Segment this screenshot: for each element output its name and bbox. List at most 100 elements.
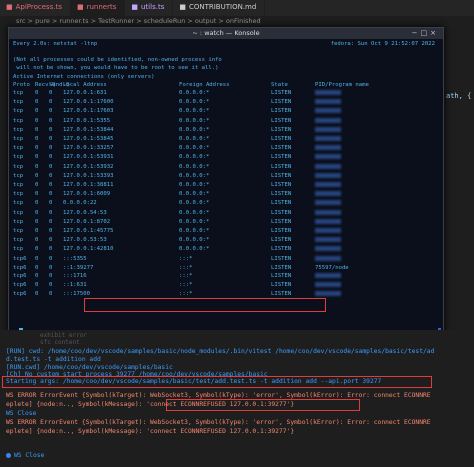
table-cell: :::5355 xyxy=(63,255,87,262)
table-cell: 127.0.0.1:53931 xyxy=(63,154,114,161)
table-cell: tcp xyxy=(13,246,24,253)
table-cell: 0.0.0.0:* xyxy=(179,209,210,216)
tab-1[interactable]: ■ runnerts xyxy=(70,0,126,16)
table-cell: 127.0.0.1:33257 xyxy=(63,145,114,152)
output-line-text: WS ERROR ErrorEvent {Symbol(kTarget): We… xyxy=(6,419,431,426)
table-cell: tcp xyxy=(13,136,24,143)
table-cell: tcp xyxy=(13,90,24,97)
table-cell: 0 xyxy=(35,136,39,143)
redacted-block xyxy=(315,191,341,197)
table-cell: tcp6 xyxy=(13,273,27,280)
table-cell: tcp xyxy=(13,228,24,235)
table-row: tcp 0 0 127.0.0.1:38811 0.0.0.0:* LISTEN xyxy=(13,181,435,190)
table-cell xyxy=(315,135,395,144)
table-row: tcp 0 0 127.0.0.1:631 0.0.0.0:* LISTEN xyxy=(13,89,435,98)
close-icon[interactable]: × xyxy=(430,29,439,37)
output-line: WS Close xyxy=(6,410,36,417)
table-cell: 0 xyxy=(35,191,39,198)
table-cell: 0.0.0.0:* xyxy=(179,136,210,143)
tab-label: CONTRIBUTION.md xyxy=(188,3,257,11)
column-header: PID/Program name xyxy=(315,81,369,88)
table-cell: 0 xyxy=(49,237,53,244)
table-cell: 127.0.0.1:53845 xyxy=(63,136,114,143)
redacted-block xyxy=(315,163,341,169)
column-header: State xyxy=(271,81,288,88)
table-row: tcp 0 0 127.0.0.1:45775 0.0.0.0:* LISTEN xyxy=(13,227,435,236)
table-cell xyxy=(315,144,395,153)
netstat-table: tcp 0 0 127.0.0.1:631 0.0.0.0:* LISTEN tcp 0 0 12… xyxy=(13,89,435,300)
tab-0[interactable]: ■ ApiProcess.ts xyxy=(0,0,71,16)
table-cell: 0 xyxy=(35,282,39,289)
table-cell: tcp xyxy=(13,200,24,207)
code-snippet: ath, { xyxy=(446,92,472,100)
table-cell: 0 xyxy=(35,218,39,225)
table-cell: LISTEN xyxy=(271,273,292,280)
table-cell: LISTEN xyxy=(271,172,292,179)
table-cell: ::1:39277 xyxy=(63,264,94,271)
watch-header: Every 2.0s: netstat -ltnp fedora: Sun Oc… xyxy=(13,40,435,48)
output-line: WS ERROR ErrorEvent {Symbol(kTarget): We… xyxy=(6,392,431,399)
table-cell: 0.0.0.0:* xyxy=(179,117,210,124)
table-row: tcp6 0 0::1:631:::* LISTEN xyxy=(13,281,435,290)
note-line: Active Internet connections (only server… xyxy=(13,73,155,80)
table-row: tcp 0 0 0.0.0.0:22 0.0.0.0:* LISTEN xyxy=(13,199,435,208)
redacted-block xyxy=(315,246,341,252)
konsole-window[interactable]: ~ : watch — Konsole −□× Every 2.0s: nets… xyxy=(8,27,444,342)
table-cell: 0 xyxy=(35,264,39,271)
konsole-titlebar[interactable]: ~ : watch — Konsole −□× xyxy=(9,28,443,39)
output-line: [RUN] cwd: /home/coo/dev/vscode/samples/… xyxy=(6,348,434,355)
column-header: Recv-Q xyxy=(35,81,56,88)
output-line-text: [RUN] cwd: /home/coo/dev/vscode/samples/… xyxy=(6,348,435,355)
table-cell: 127.0.0.1:53932 xyxy=(63,163,114,170)
table-cell: 127.0.0.53:53 xyxy=(63,237,107,244)
table-cell xyxy=(315,255,395,264)
editor-tab-bar: ■ ApiProcess.ts ■ runnerts ■ utils.ts ■ CONTRIB… xyxy=(0,0,474,16)
table-cell: 0 xyxy=(35,108,39,115)
redacted-block xyxy=(315,200,341,206)
table-cell: 0.0.0.0:* xyxy=(179,90,210,97)
redacted-block xyxy=(315,126,341,132)
redacted-block xyxy=(315,172,341,178)
output-line: WS ERROR ErrorEvent {Symbol(kTarget): We… xyxy=(6,419,431,426)
table-cell xyxy=(315,107,395,116)
port-highlight-box xyxy=(84,298,326,312)
output-line-text: WS Close xyxy=(6,410,37,417)
redacted-block xyxy=(315,291,341,297)
table-cell: 0.0.0.0:* xyxy=(179,145,210,152)
table-row: tcp 0 0 127.0.0.1:53932 0.0.0.0:* LISTEN xyxy=(13,163,435,172)
table-cell xyxy=(315,126,395,135)
tab-3[interactable]: ■ CONTRIBUTION.md xyxy=(173,0,266,16)
output-line: eplete] {node:n.., Symbol(kMessage): 'co… xyxy=(6,428,294,435)
table-cell: tcp6 xyxy=(13,282,27,289)
table-cell xyxy=(315,181,395,190)
terminal-output[interactable]: Every 2.0s: netstat -ltnp fedora: Sun Oc… xyxy=(13,40,435,334)
table-cell: 0 xyxy=(49,117,53,124)
table-cell: 0 xyxy=(49,90,53,97)
table-cell: 127.0.0.1:38811 xyxy=(63,182,114,189)
table-cell: 0 xyxy=(49,291,53,298)
maximize-icon[interactable]: □ xyxy=(421,29,431,37)
table-cell: 0 xyxy=(35,90,39,97)
tab-2[interactable]: ■ utils.ts xyxy=(125,0,174,16)
table-cell: 0 xyxy=(35,255,39,262)
table-row: tcp6 0 0:::5355:::* LISTEN xyxy=(13,255,435,264)
table-cell: tcp xyxy=(13,99,24,106)
table-cell: tcp xyxy=(13,163,24,170)
table-cell: 75597/node xyxy=(315,264,349,271)
table-row: tcp 0 0 127.0.0.1:53931 0.0.0.0:* LISTEN xyxy=(13,153,435,162)
table-cell: tcp xyxy=(13,117,24,124)
output-line-text: WS ERROR ErrorEvent {Symbol(kTarget): We… xyxy=(6,392,431,399)
table-cell: 0 xyxy=(49,172,53,179)
redacted-block xyxy=(315,99,341,105)
redacted-block xyxy=(315,282,341,288)
output-line: [Ch] No custom start process 39277 /home… xyxy=(6,371,268,378)
redacted-block xyxy=(315,108,341,114)
table-cell: 127.0.0.1:17603 xyxy=(63,108,114,115)
output-line-text: d.test.ts -t addition add xyxy=(6,356,101,363)
breadcrumb[interactable]: src > pure > runner.ts > TestRunner > sc… xyxy=(0,16,474,27)
table-cell xyxy=(315,218,395,227)
table-cell xyxy=(315,209,395,218)
minimize-icon[interactable]: − xyxy=(412,29,421,37)
table-cell: :::* xyxy=(179,282,193,289)
output-panel[interactable]: exhibit error sfc content [RUN] cwd: /ho… xyxy=(0,330,474,467)
